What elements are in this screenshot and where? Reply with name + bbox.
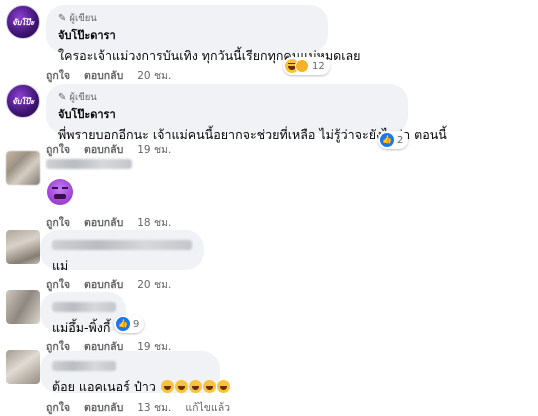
comment-bubble: แม่ bbox=[40, 230, 204, 273]
comment-text: แม่อึ้ม-พิ้งกี้ bbox=[52, 320, 111, 335]
like-button[interactable]: ถูกใจ bbox=[46, 399, 70, 416]
like-button[interactable]: ถูกใจ bbox=[46, 214, 70, 231]
pencil-icon: ✎ bbox=[58, 91, 67, 103]
like-button[interactable]: ถูกใจ bbox=[46, 141, 70, 158]
avatar[interactable] bbox=[6, 230, 40, 264]
comment-actions: ถูกใจ ตอบกลับ 20 ชม. bbox=[46, 67, 171, 84]
author-badge: ✎ ผู้เขียน bbox=[58, 12, 316, 24]
care-reaction-icon bbox=[295, 59, 309, 73]
blurred-author-name bbox=[52, 361, 116, 371]
edited-label[interactable]: แก้ไขแล้ว bbox=[185, 399, 230, 416]
haha-emoji-icon bbox=[174, 380, 188, 393]
comment-timestamp[interactable]: 19 ชม. bbox=[137, 141, 171, 158]
author-badge: ✎ ผู้เขียน bbox=[58, 91, 396, 103]
comment-text: ต้อย แอคเนอร์ ป๋าว bbox=[52, 377, 230, 397]
avatar[interactable] bbox=[6, 290, 40, 324]
comment-actions: ถูกใจ ตอบกลับ 13 ชม. แก้ไขแล้ว bbox=[46, 399, 230, 416]
like-button[interactable]: ถูกใจ bbox=[46, 276, 70, 293]
pencil-icon: ✎ bbox=[58, 12, 67, 24]
blurred-author-name bbox=[46, 159, 132, 169]
page-logo-text: จับโป๊ะ bbox=[12, 17, 34, 27]
comment-author[interactable]: จับโป๊ะดารา bbox=[58, 26, 316, 44]
emoji-mouth bbox=[54, 194, 66, 199]
reaction-count: 12 bbox=[312, 60, 325, 72]
haha-emoji-icon bbox=[202, 380, 216, 393]
comment-actions: ถูกใจ ตอบกลับ 19 ชม. bbox=[46, 141, 171, 158]
reaction-summary[interactable]: 12 bbox=[283, 57, 330, 75]
comment-actions: ถูกใจ ตอบกลับ 18 ชม. bbox=[46, 214, 171, 231]
comment-bubble: ✎ ผู้เขียน จับโป๊ะดารา ใครอะเจ้าแม่วงการ… bbox=[46, 5, 360, 63]
comment-timestamp[interactable]: 20 ชม. bbox=[137, 276, 171, 293]
tired-face-emoji-icon bbox=[47, 179, 73, 205]
avatar[interactable]: จับโป๊ะ bbox=[6, 84, 40, 118]
comment-bubble: ✎ ผู้เขียน จับโป๊ะดารา พี่พรายบอกอีกนะ เ… bbox=[46, 84, 447, 142]
like-reaction-icon: 👍 bbox=[380, 133, 394, 147]
comment-text: แม่ bbox=[52, 258, 69, 273]
reply-button[interactable]: ตอบกลับ bbox=[84, 276, 123, 293]
comment-timestamp[interactable]: 20 ชม. bbox=[137, 67, 171, 84]
avatar[interactable] bbox=[6, 151, 40, 185]
haha-emoji-icon bbox=[216, 380, 230, 393]
blurred-author-name bbox=[52, 240, 192, 250]
comment-text-content: ต้อย แอคเนอร์ ป๋าว bbox=[52, 379, 156, 394]
comment-bubble: ต้อย แอคเนอร์ ป๋าว bbox=[40, 351, 230, 394]
reply-button[interactable]: ตอบกลับ bbox=[84, 214, 123, 231]
author-badge-label: ผู้เขียน bbox=[69, 91, 97, 103]
reaction-count: 2 bbox=[397, 134, 404, 146]
comment-bubble: แม่อึ้ม-พิ้งกี้ bbox=[40, 292, 126, 335]
emoji-eye bbox=[52, 187, 58, 193]
avatar[interactable]: จับโป๊ะ bbox=[6, 5, 40, 39]
reaction-summary[interactable]: 👍 9 bbox=[114, 315, 145, 333]
blurred-author-name bbox=[52, 302, 116, 312]
like-reaction-icon: 👍 bbox=[116, 317, 130, 331]
reply-button[interactable]: ตอบกลับ bbox=[84, 399, 123, 416]
comment-actions: ถูกใจ ตอบกลับ 20 ชม. bbox=[46, 276, 171, 293]
reply-button[interactable]: ตอบกลับ bbox=[84, 67, 123, 84]
reaction-summary[interactable]: 👍 2 bbox=[378, 131, 409, 149]
haha-emoji-icon bbox=[160, 380, 174, 393]
reply-button[interactable]: ตอบกลับ bbox=[84, 141, 123, 158]
author-badge-label: ผู้เขียน bbox=[69, 12, 97, 24]
reaction-count: 9 bbox=[133, 318, 140, 330]
comment-author[interactable]: จับโป๊ะดารา bbox=[58, 105, 396, 123]
like-button[interactable]: ถูกใจ bbox=[46, 67, 70, 84]
emoji-eye bbox=[62, 187, 68, 193]
comment-timestamp[interactable]: 18 ชม. bbox=[137, 214, 171, 231]
page-logo-text: จับโป๊ะ bbox=[12, 96, 34, 106]
avatar[interactable] bbox=[6, 350, 40, 384]
comment-text: ใครอะเจ้าแม่วงการบันเทิง ทุกวันนี้เรียกท… bbox=[58, 48, 361, 63]
comment-timestamp[interactable]: 13 ชม. bbox=[137, 399, 171, 416]
haha-emoji-icon bbox=[188, 380, 202, 393]
